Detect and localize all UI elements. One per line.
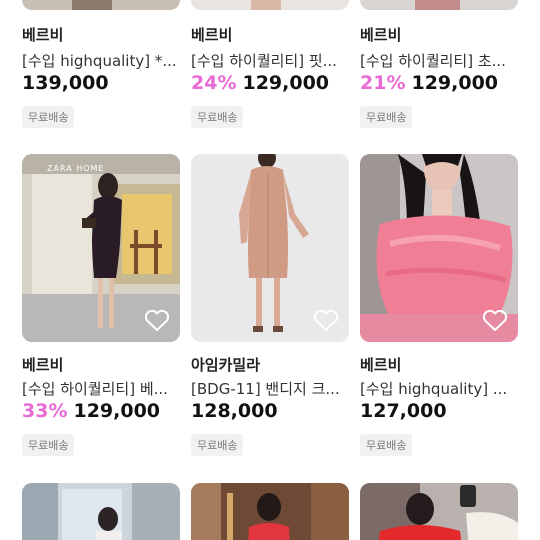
product-image[interactable] xyxy=(360,483,518,540)
free-shipping-badge: 무료배송 xyxy=(22,106,75,128)
price: 139,000 xyxy=(22,72,109,94)
product-title[interactable]: [BDG-11] 밴디지 크... xyxy=(191,378,349,399)
product-title[interactable]: [수입 하이퀄리티] 베... xyxy=(22,378,180,399)
seller-name[interactable]: 베르비 xyxy=(22,354,63,375)
product-image[interactable] xyxy=(360,154,518,342)
price-row: 21% 129,000 xyxy=(360,72,498,94)
wishlist-heart-icon[interactable] xyxy=(144,308,170,332)
price: 129,000 xyxy=(242,72,330,94)
free-shipping-badge: 무료배송 xyxy=(191,434,244,456)
product-title[interactable]: [수입 하이퀄리티] 초... xyxy=(360,50,518,71)
free-shipping-badge: 무료배송 xyxy=(22,434,75,456)
product-title[interactable]: [수입 highquality] *... xyxy=(22,50,180,71)
price-row: 128,000 xyxy=(191,400,278,422)
price: 129,000 xyxy=(411,72,499,94)
product-image[interactable] xyxy=(22,0,180,10)
free-shipping-badge: 무료배송 xyxy=(191,106,244,128)
product-title[interactable]: [수입 highquality] ... xyxy=(360,378,518,399)
seller-name[interactable]: 베르비 xyxy=(360,354,401,375)
price-row: 24% 129,000 xyxy=(191,72,329,94)
product-image[interactable] xyxy=(191,154,349,342)
price: 129,000 xyxy=(73,400,161,422)
discount-rate: 21% xyxy=(360,72,406,94)
product-photo xyxy=(360,483,518,540)
free-shipping-badge: 무료배송 xyxy=(360,106,413,128)
free-shipping-badge: 무료배송 xyxy=(360,434,413,456)
discount-rate: 24% xyxy=(191,72,237,94)
photo-sign-text: ZARA HOME xyxy=(47,164,104,173)
product-image[interactable] xyxy=(22,483,180,540)
product-image[interactable] xyxy=(191,483,349,540)
product-title[interactable]: [수입 하이퀄리티] 핏... xyxy=(191,50,349,71)
product-image[interactable]: ZARA HOME xyxy=(22,154,180,342)
wishlist-heart-icon[interactable] xyxy=(313,308,339,332)
product-image[interactable] xyxy=(360,0,518,10)
product-photo xyxy=(191,483,349,540)
seller-name[interactable]: 아임카밀라 xyxy=(191,354,260,375)
product-grid: 베르비 [수입 highquality] *... 139,000 무료배송 베… xyxy=(0,0,540,540)
seller-name[interactable]: 베르비 xyxy=(360,24,401,45)
product-photo xyxy=(22,483,180,540)
product-image[interactable] xyxy=(191,0,349,10)
price: 128,000 xyxy=(191,400,278,422)
wishlist-heart-icon[interactable] xyxy=(482,308,508,332)
price-row: 139,000 xyxy=(22,72,109,94)
discount-rate: 33% xyxy=(22,400,68,422)
price-row: 33% 129,000 xyxy=(22,400,160,422)
seller-name[interactable]: 베르비 xyxy=(22,24,63,45)
price: 127,000 xyxy=(360,400,447,422)
seller-name[interactable]: 베르비 xyxy=(191,24,232,45)
price-row: 127,000 xyxy=(360,400,447,422)
